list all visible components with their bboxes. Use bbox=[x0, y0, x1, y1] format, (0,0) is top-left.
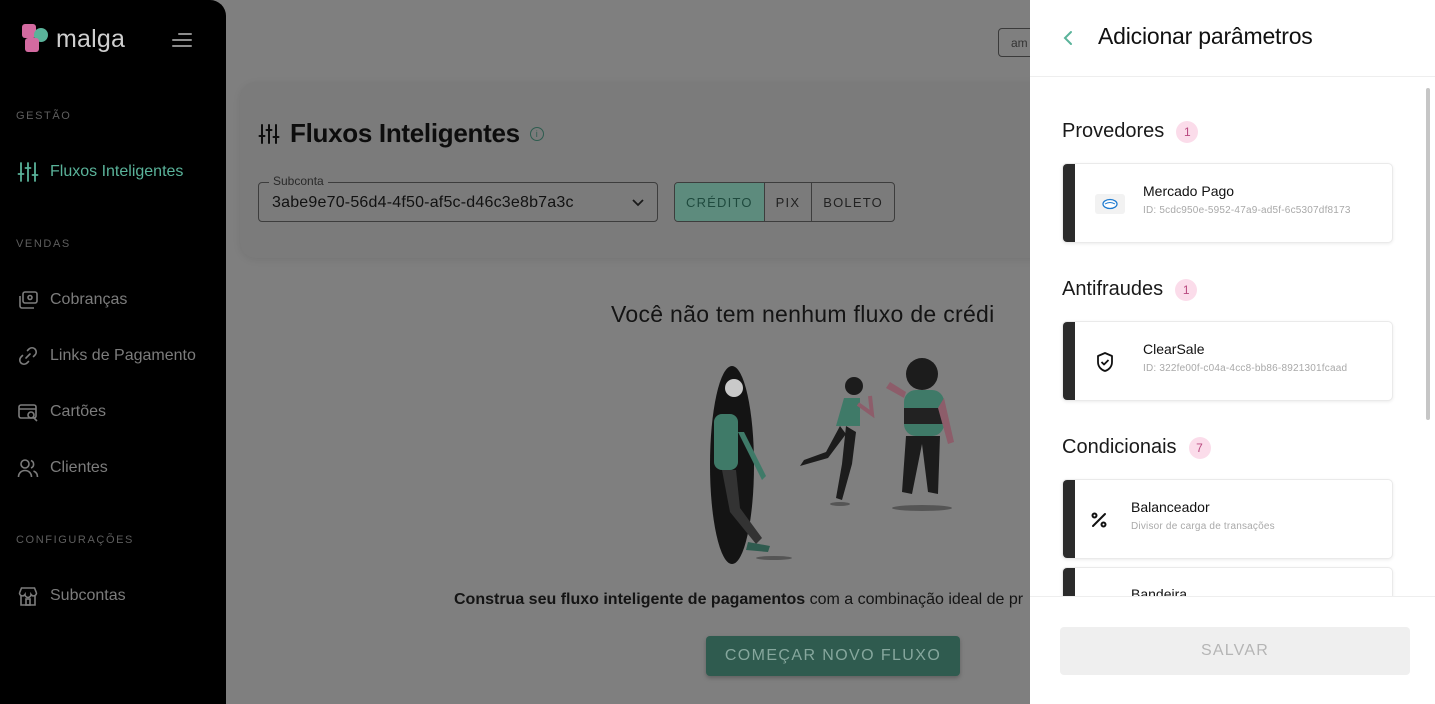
count-badge: 7 bbox=[1188, 436, 1211, 459]
sidebar-item-label: Fluxos Inteligentes bbox=[50, 163, 184, 180]
group-title-text: Condicionais bbox=[1062, 436, 1177, 458]
page-title: Fluxos Inteligentes i bbox=[258, 118, 544, 149]
malga-logo-icon bbox=[22, 24, 50, 54]
sliders-icon bbox=[258, 123, 280, 144]
empty-desc-bold: Construa seu fluxo inteligente de pagame… bbox=[454, 591, 806, 608]
shield-check-icon bbox=[1095, 348, 1115, 376]
tab-boleto[interactable]: BOLETO bbox=[811, 183, 894, 221]
empty-state-title: Você não tem nenhum fluxo de crédi bbox=[611, 301, 995, 327]
param-card-bandeira[interactable]: Bandeira bbox=[1062, 567, 1393, 596]
param-id: ID: 322fe00f-c04a-4cc8-bb86-8921301fcaad bbox=[1143, 363, 1348, 374]
logo-text: malga bbox=[56, 24, 126, 53]
sidebar-item-cartoes[interactable]: Cartões bbox=[16, 397, 106, 427]
subaccount-value: 3abe9e70-56d4-4f50-af5c-d46c3e8b7a3c bbox=[272, 194, 574, 211]
tab-credito[interactable]: CRÉDITO bbox=[675, 183, 764, 221]
empty-desc-rest: com a combinação ideal de pr bbox=[805, 591, 1024, 608]
sidebar-item-label: Cartões bbox=[50, 403, 107, 420]
param-card-mercado-pago[interactable]: Mercado Pago ID: 5cdc950e-5952-47a9-ad5f… bbox=[1062, 163, 1393, 243]
empty-state-illustration bbox=[710, 358, 954, 564]
section-label-vendas: VENDAS bbox=[16, 238, 71, 250]
param-name: Bandeira bbox=[1131, 586, 1188, 596]
section-label-gestao: GESTÃO bbox=[16, 110, 72, 122]
payment-type-toggle: CRÉDITO PIX BOLETO bbox=[674, 182, 895, 222]
add-parameters-drawer: Adicionar parâmetros Provedores 1 Mercad… bbox=[1030, 0, 1435, 704]
param-description: Divisor de carga de transações bbox=[1131, 521, 1275, 532]
count-badge: 1 bbox=[1175, 278, 1198, 301]
drag-handle[interactable] bbox=[1063, 164, 1075, 242]
sidebar-item-clientes[interactable]: Clientes bbox=[16, 453, 108, 483]
back-arrow-icon[interactable] bbox=[1058, 25, 1078, 51]
sidebar-item-links[interactable]: Links de Pagamento bbox=[16, 341, 196, 371]
users-icon bbox=[16, 456, 40, 480]
empty-state-description: Construa seu fluxo inteligente de pagame… bbox=[454, 591, 1023, 609]
drawer-title: Adicionar parâmetros bbox=[1098, 23, 1313, 49]
save-button[interactable]: SALVAR bbox=[1060, 627, 1410, 675]
section-label-configuracoes: CONFIGURAÇÕES bbox=[16, 534, 134, 546]
sidebar-item-label: Links de Pagamento bbox=[50, 347, 196, 364]
link-icon bbox=[16, 344, 40, 368]
sidebar-item-fluxos[interactable]: Fluxos Inteligentes bbox=[16, 157, 183, 187]
card-search-icon bbox=[16, 400, 40, 424]
drag-handle[interactable] bbox=[1063, 568, 1075, 596]
group-title-condicionais: Condicionais 7 bbox=[1062, 436, 1211, 459]
subaccount-select[interactable]: Subconta 3abe9e70-56d4-4f50-af5c-d46c3e8… bbox=[258, 174, 658, 222]
app-root: malga GESTÃO Fluxos Inteligentes VENDAS … bbox=[0, 0, 1435, 704]
sidebar-item-cobrancas[interactable]: Cobranças bbox=[16, 285, 127, 315]
page-title-text: Fluxos Inteligentes bbox=[290, 118, 520, 148]
group-title-text: Antifraudes bbox=[1062, 278, 1164, 300]
start-new-flow-button[interactable]: COMEÇAR NOVO FLUXO bbox=[706, 636, 960, 676]
sidebar-item-label: Subcontas bbox=[50, 587, 126, 604]
tab-pix[interactable]: PIX bbox=[763, 183, 812, 221]
sidebar-item-label: Clientes bbox=[50, 459, 108, 476]
count-badge: 1 bbox=[1176, 120, 1199, 143]
drawer-scrollbar[interactable] bbox=[1426, 88, 1430, 420]
drag-handle[interactable] bbox=[1063, 322, 1075, 400]
sidebar-item-subcontas[interactable]: Subcontas bbox=[16, 581, 126, 611]
param-name: Mercado Pago bbox=[1143, 183, 1235, 199]
info-icon[interactable]: i bbox=[529, 126, 544, 141]
percent-icon bbox=[1089, 506, 1109, 534]
sidebar-item-label: Cobranças bbox=[50, 291, 128, 308]
drag-handle[interactable] bbox=[1063, 480, 1075, 558]
chevron-down-icon bbox=[632, 199, 644, 207]
drawer-footer: SALVAR bbox=[1030, 596, 1435, 704]
group-title-provedores: Provedores 1 bbox=[1062, 120, 1199, 143]
flows-header-card bbox=[240, 82, 1070, 258]
drawer-header: Adicionar parâmetros bbox=[1030, 0, 1435, 77]
param-name: Balanceador bbox=[1131, 499, 1210, 515]
logo[interactable]: malga bbox=[22, 24, 125, 54]
param-name: ClearSale bbox=[1143, 341, 1205, 357]
subaccount-label: Subconta bbox=[269, 174, 328, 188]
param-id: ID: 5cdc950e-5952-47a9-ad5f-6c5307df8173 bbox=[1143, 205, 1351, 216]
store-icon bbox=[16, 584, 40, 608]
group-title-antifraudes: Antifraudes 1 bbox=[1062, 278, 1198, 301]
mercadopago-logo-icon bbox=[1095, 190, 1125, 218]
sliders-icon bbox=[16, 160, 40, 184]
drawer-body[interactable]: Provedores 1 Mercado Pago ID: 5cdc950e-5… bbox=[1030, 78, 1435, 596]
param-card-clearsale[interactable]: ClearSale ID: 322fe00f-c04a-4cc8-bb86-89… bbox=[1062, 321, 1393, 401]
collapse-menu-icon[interactable] bbox=[172, 33, 192, 47]
param-card-balanceador[interactable]: Balanceador Divisor de carga de transaçõ… bbox=[1062, 479, 1393, 559]
billing-icon bbox=[16, 288, 40, 312]
group-title-text: Provedores bbox=[1062, 120, 1165, 142]
sidebar: malga GESTÃO Fluxos Inteligentes VENDAS … bbox=[0, 0, 226, 704]
